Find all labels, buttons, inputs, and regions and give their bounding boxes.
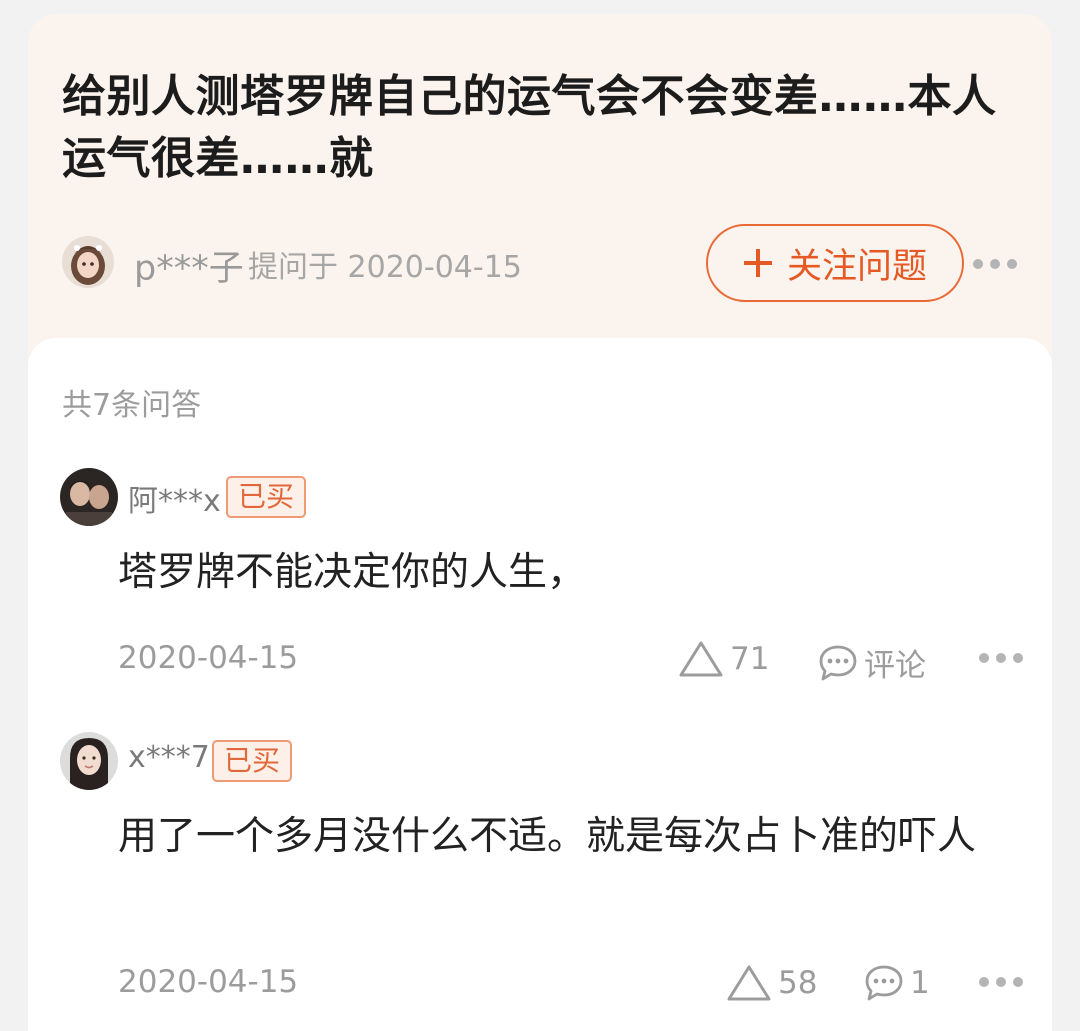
like-count: 58 [778,965,818,1001]
asker-name[interactable]: p***子 [134,240,244,291]
like-count: 71 [730,641,770,677]
more-dots-icon[interactable] [972,258,1018,270]
follow-question-label: 关注问题 [786,246,927,287]
comment-count: 1 [910,965,930,1001]
more-dots-icon[interactable] [978,652,1024,664]
bought-badge: 已买 [212,740,293,782]
question-title: 给别人测塔罗牌自己的运气会不会变差……本人运气很差……就 [62,71,997,184]
plus-icon [743,249,772,277]
triangle-like-icon [727,965,771,1001]
answer-content[interactable]: 用了一个多月没什么不适。就是每次占卜准的吓人 [118,806,1018,868]
asked-date: 提问于 2020-04-15 [248,250,522,285]
speech-bubble-icon [865,965,903,1001]
answer-content[interactable]: 塔罗牌不能决定你的人生， [118,542,1018,604]
answer-avatar[interactable] [60,468,118,526]
comment-button[interactable]: 评论 [818,640,926,685]
answer-avatar[interactable] [60,732,118,790]
comment-label: 评论 [864,648,926,684]
asker-avatar[interactable] [62,236,114,288]
answer-user-name[interactable]: 阿***x [128,476,221,520]
qa-page: 给别人测塔罗牌自己的运气会不会变差……本人运气很差……就 p***子 提问于 2… [0,0,1080,1031]
triangle-like-icon [679,641,723,677]
more-dots-icon[interactable] [978,976,1024,988]
asker-row: p***子 提问于 2020-04-15 关注问题 [62,224,1022,302]
like-button[interactable]: 58 [726,964,817,1002]
answer-date: 2020-04-15 [118,964,299,1000]
question-card: 给别人测塔罗牌自己的运气会不会变差……本人运气很差……就 p***子 提问于 2… [28,14,1052,394]
answers-count: 共7条问答 [62,388,202,423]
follow-question-button[interactable]: 关注问题 [706,224,964,302]
answer-user-name[interactable]: x***7 [128,740,210,775]
answer-item: x***7 已买 用了一个多月没什么不适。就是每次占卜准的吓人 2020-04-… [28,732,1052,1031]
answer-date: 2020-04-15 [118,640,299,676]
comment-button[interactable]: 1 [864,964,930,1002]
answer-item: 阿***x 已买 塔罗牌不能决定你的人生， 2020-04-15 71 评论 [28,468,1052,698]
bought-badge: 已买 [226,476,307,518]
speech-bubble-icon [819,645,857,680]
like-button[interactable]: 71 [678,640,769,678]
answers-card: 共7条问答 阿***x 已买 塔罗牌不能决定你的人生， 2020-04-15 7… [28,338,1052,1031]
